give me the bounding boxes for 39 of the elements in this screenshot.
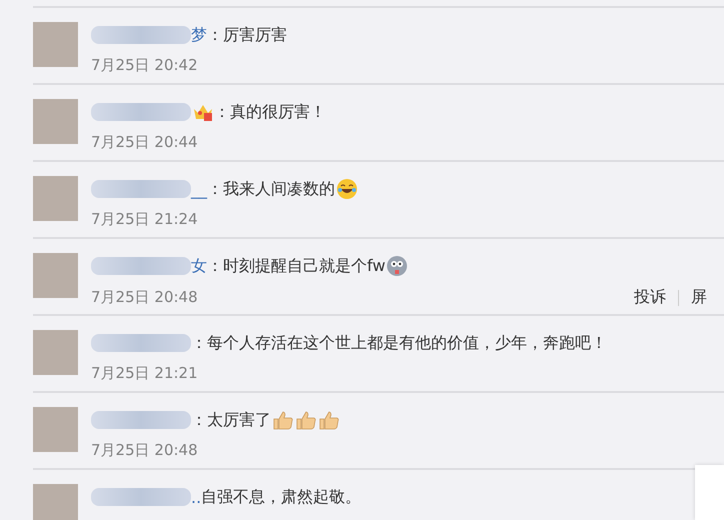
report-link[interactable]: 投诉 bbox=[634, 287, 666, 308]
avatar-photo-placeholder[interactable] bbox=[33, 330, 78, 375]
avatar-photo-placeholder[interactable] bbox=[33, 253, 78, 298]
comment-time: 7月25日 20:44 bbox=[91, 133, 198, 152]
comment-time: 7月25日 21:21 bbox=[91, 364, 198, 383]
comment-text: ：时刻提醒自己就是个fw bbox=[207, 256, 386, 276]
username-text[interactable]: 梦 bbox=[191, 24, 207, 46]
dog-face-icon bbox=[386, 255, 408, 277]
comment-time: 7月25日 20:42 bbox=[91, 56, 198, 75]
thumbs-up-icon bbox=[272, 409, 294, 431]
avatar-photo-placeholder[interactable] bbox=[33, 176, 78, 221]
blurred-username[interactable] bbox=[91, 180, 191, 198]
username-text[interactable]: 女 bbox=[191, 256, 207, 276]
blurred-username[interactable] bbox=[91, 488, 191, 506]
blurred-username[interactable] bbox=[91, 103, 191, 121]
avatar-photo-placeholder[interactable] bbox=[33, 99, 78, 144]
comment-time: 7月25日 20:48 bbox=[91, 288, 198, 307]
comment-text: ：我来人间凑数的 bbox=[207, 178, 335, 198]
comment-text: 自强不息，肃然起敬。 bbox=[201, 486, 362, 508]
comment-time: 7月25日 20:48 bbox=[91, 441, 198, 460]
comment-text: ：太厉害了 bbox=[191, 410, 271, 430]
blurred-username[interactable] bbox=[91, 257, 191, 275]
laughing-face-icon bbox=[336, 178, 358, 200]
thumbs-up-icon bbox=[295, 409, 317, 431]
blurred-username[interactable] bbox=[91, 411, 191, 429]
avatar-photo-placeholder[interactable] bbox=[33, 22, 78, 67]
comment-text: ：每个人存活在这个世上都是有他的价值，少年，奔跑吧！ bbox=[191, 332, 607, 354]
blurred-username[interactable] bbox=[91, 334, 191, 352]
thumbs-up-icon bbox=[318, 409, 340, 431]
comment-text: ：厉害厉害 bbox=[207, 24, 287, 46]
username-text[interactable]: __ bbox=[191, 180, 207, 198]
comment-text: ：真的很厉害！ bbox=[214, 102, 326, 122]
block-link[interactable]: 屏 bbox=[691, 287, 707, 308]
floating-panel bbox=[695, 465, 724, 520]
blurred-username[interactable] bbox=[91, 26, 191, 44]
avatar-photo-placeholder[interactable] bbox=[33, 484, 78, 520]
avatar-photo-placeholder[interactable] bbox=[33, 407, 78, 452]
comment-time: 7月25日 21:24 bbox=[91, 210, 198, 229]
username-text[interactable]: .. bbox=[191, 488, 202, 506]
